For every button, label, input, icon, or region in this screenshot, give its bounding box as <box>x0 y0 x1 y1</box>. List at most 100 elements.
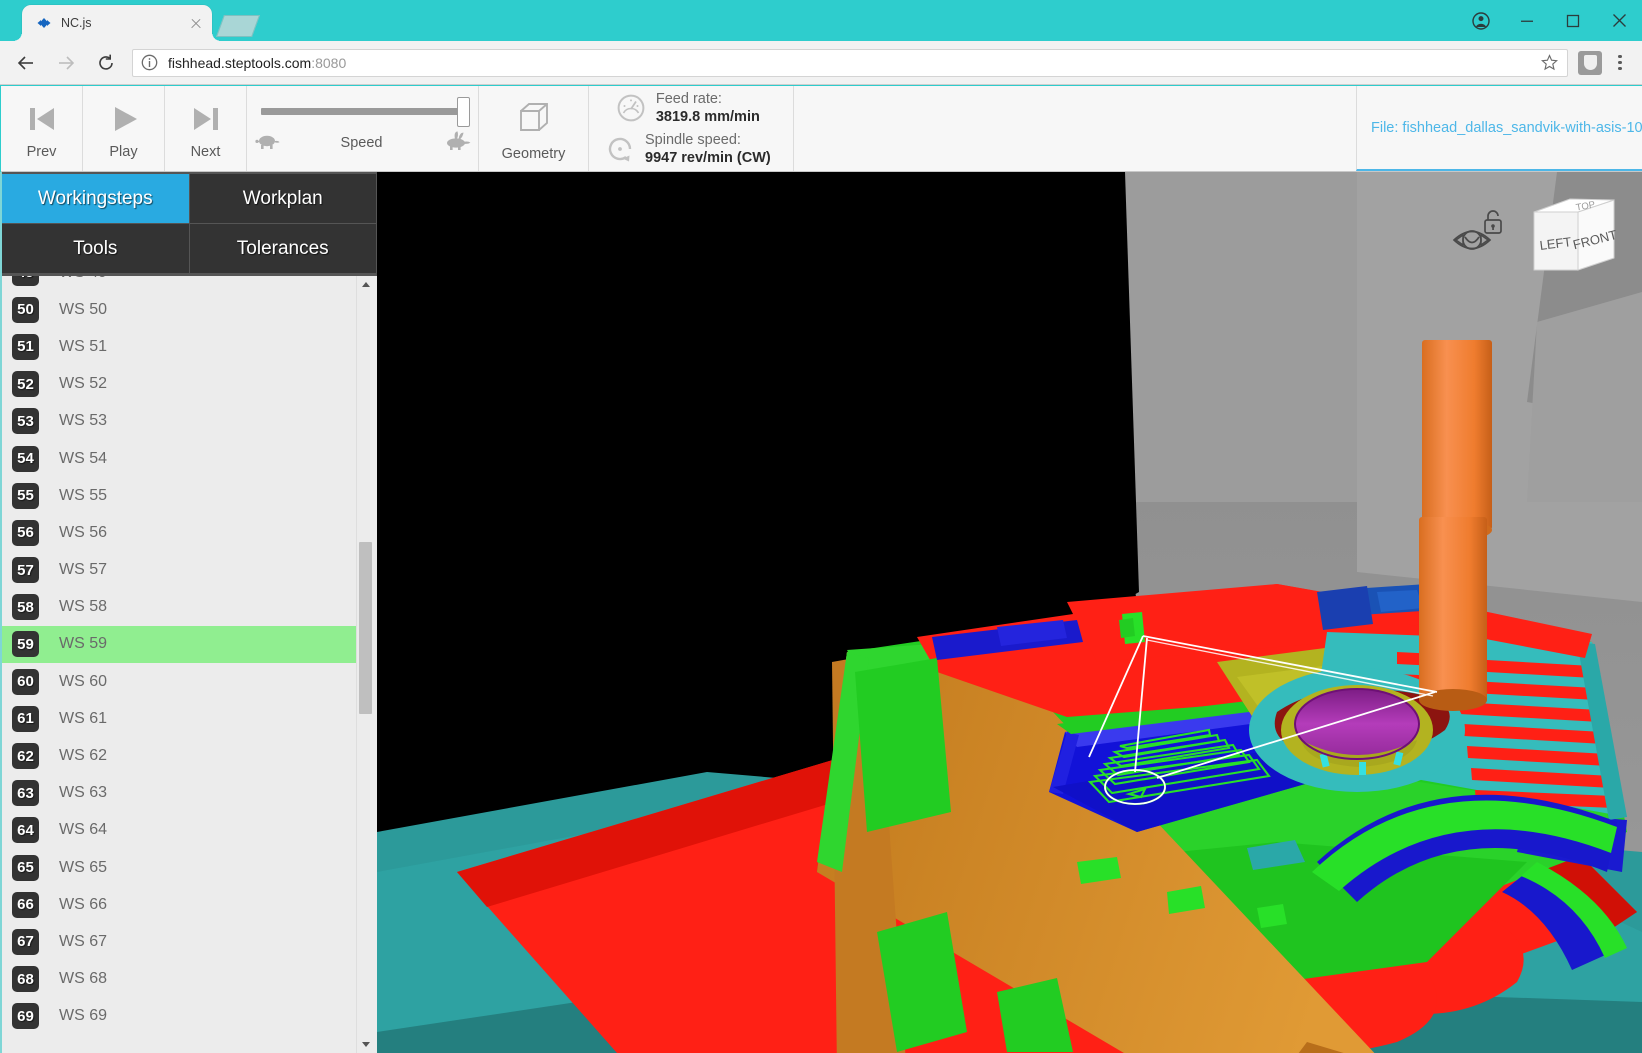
workingstep-number-badge: 64 <box>12 817 39 844</box>
workingstep-row[interactable]: 60 WS 60 <box>2 663 360 700</box>
workingstep-number-badge: 54 <box>12 445 39 472</box>
star-icon[interactable] <box>1539 54 1559 71</box>
close-icon[interactable] <box>1596 0 1642 41</box>
workingstep-row[interactable]: 66 WS 66 <box>2 886 360 923</box>
rotation-arrow-icon <box>605 134 635 164</box>
workingstep-label: WS 60 <box>59 672 108 690</box>
app-toolbar: Prev Play Next Speed Geometry Feed rate:… <box>1 86 1642 172</box>
extension-shield-icon[interactable] <box>1578 50 1602 75</box>
workingstep-label: WS 54 <box>59 449 108 467</box>
workingstep-row[interactable]: 61 WS 61 <box>2 700 360 737</box>
reload-icon[interactable] <box>88 45 124 81</box>
workingstep-label: WS 64 <box>59 821 108 839</box>
workingstep-row[interactable]: 58 WS 58 <box>2 589 360 626</box>
scroll-up-arrow-icon[interactable] <box>357 276 374 293</box>
workingstep-label: WS 55 <box>59 486 108 504</box>
view-orientation-widget[interactable]: LEFT FRONT TOP <box>1444 182 1624 282</box>
workingsteps-scrollbar[interactable] <box>356 276 373 1053</box>
workingstep-label: WS 65 <box>59 858 108 876</box>
new-tab-button[interactable] <box>215 15 261 37</box>
workingstep-number-badge: 53 <box>12 408 39 435</box>
tab-workplan[interactable]: Workplan <box>189 174 377 224</box>
workingsteps-list[interactable]: 49 WS 49 50 WS 50 51 WS 51 52 WS 52 53 WS 53 54 WS … <box>2 276 377 1053</box>
workingstep-row[interactable]: 53 WS 53 <box>2 403 360 440</box>
spindle-speed-value: 9947 rev/min (CW) <box>645 149 771 166</box>
tab-strip: NC.js <box>0 0 1642 41</box>
workingstep-number-badge: 49 <box>12 276 39 286</box>
left-panel: Workingsteps Workplan Tools Tolerances 4… <box>0 172 377 1053</box>
next-label: Next <box>190 143 221 160</box>
file-indicator[interactable]: File: fishhead_dallas_sandvik-with-asis-… <box>1356 86 1642 171</box>
workingstep-number-badge: 68 <box>12 966 39 993</box>
workingstep-row[interactable]: 64 WS 64 <box>2 812 360 849</box>
rabbit-icon <box>443 130 471 156</box>
turtle-icon <box>254 132 281 155</box>
workingstep-row[interactable]: 68 WS 68 <box>2 961 360 998</box>
workingstep-row[interactable]: 62 WS 62 <box>2 737 360 774</box>
workingstep-row[interactable]: 52 WS 52 <box>2 366 360 403</box>
view-orientation-cube-icon[interactable]: LEFT FRONT TOP <box>1528 186 1620 281</box>
tab-close-icon[interactable] <box>188 15 204 31</box>
machine-readouts: Feed rate: 3819.8 mm/min Spindle speed: … <box>589 86 794 171</box>
geometry-button[interactable]: Geometry <box>479 86 589 171</box>
url-bar[interactable]: fishhead.steptools.com :8080 <box>132 48 1568 77</box>
workingstep-label: WS 56 <box>59 523 108 541</box>
speed-slider-thumb[interactable] <box>456 96 470 127</box>
back-arrow-icon[interactable] <box>8 45 44 81</box>
page-info-icon[interactable] <box>141 54 159 72</box>
forward-arrow-icon[interactable] <box>48 45 84 81</box>
workingstep-label: WS 58 <box>59 598 108 616</box>
workingstep-number-badge: 56 <box>12 519 39 546</box>
window-controls <box>1458 0 1642 41</box>
url-port: :8080 <box>311 54 347 71</box>
workingstep-row[interactable]: 50 WS 50 <box>2 291 360 328</box>
next-button[interactable]: Next <box>165 86 247 171</box>
workingstep-number-badge: 61 <box>12 705 39 732</box>
panel-tabs: Workingsteps Workplan Tools Tolerances <box>2 172 377 276</box>
browser-tab-title: NC.js <box>61 16 92 30</box>
minimize-icon[interactable] <box>1504 0 1550 41</box>
tab-tools[interactable]: Tools <box>2 224 190 274</box>
workingstep-row[interactable]: 57 WS 57 <box>2 552 360 589</box>
cube-geometry-icon <box>512 96 556 140</box>
play-button[interactable]: Play <box>83 86 165 171</box>
workingstep-row[interactable]: 49 WS 49 <box>2 276 360 291</box>
workingstep-row[interactable]: 56 WS 56 <box>2 514 360 551</box>
workingstep-number-badge: 51 <box>12 333 39 360</box>
nc-js-logo-icon <box>36 15 52 31</box>
maximize-icon[interactable] <box>1550 0 1596 41</box>
prev-button[interactable]: Prev <box>1 86 83 171</box>
speed-control: Speed <box>247 86 479 171</box>
three-dot-menu-icon[interactable] <box>1606 54 1634 71</box>
3d-viewport[interactable]: LEFT FRONT TOP <box>377 172 1642 1053</box>
workingstep-row[interactable]: 59 WS 59 <box>2 625 360 664</box>
prev-label: Prev <box>26 143 57 160</box>
workingstep-label: WS 68 <box>59 970 108 988</box>
workingstep-number-badge: 59 <box>12 631 39 658</box>
workingstep-number-badge: 57 <box>12 557 39 584</box>
workingstep-number-badge: 65 <box>12 854 39 881</box>
account-icon[interactable] <box>1458 0 1504 41</box>
workingstep-row[interactable]: 51 WS 51 <box>2 328 360 365</box>
workingstep-label: WS 61 <box>59 709 108 727</box>
workingstep-row[interactable]: 55 WS 55 <box>2 477 360 514</box>
tab-workingsteps[interactable]: Workingsteps <box>2 174 190 224</box>
workingstep-row[interactable]: 67 WS 67 <box>2 923 360 960</box>
browser-tab[interactable]: NC.js <box>13 5 221 41</box>
scrollbar-thumb[interactable] <box>359 542 372 714</box>
feed-rate-value: 3819.8 mm/min <box>655 109 760 126</box>
workingstep-label: WS 67 <box>59 932 108 950</box>
tab-tolerances[interactable]: Tolerances <box>189 224 377 274</box>
workingstep-row[interactable]: 65 WS 65 <box>2 849 360 886</box>
geometry-label: Geometry <box>501 145 566 162</box>
workingstep-row[interactable]: 63 WS 63 <box>2 775 360 812</box>
prev-icon <box>23 98 61 138</box>
speed-slider[interactable] <box>260 96 470 127</box>
scroll-down-arrow-icon[interactable] <box>357 1036 374 1053</box>
workingstep-number-badge: 52 <box>12 371 39 398</box>
workingstep-row[interactable]: 54 WS 54 <box>2 440 360 477</box>
eye-visibility-icon[interactable] <box>1452 206 1514 263</box>
workingstep-row[interactable]: 69 WS 69 <box>2 998 360 1035</box>
next-icon <box>187 98 225 138</box>
